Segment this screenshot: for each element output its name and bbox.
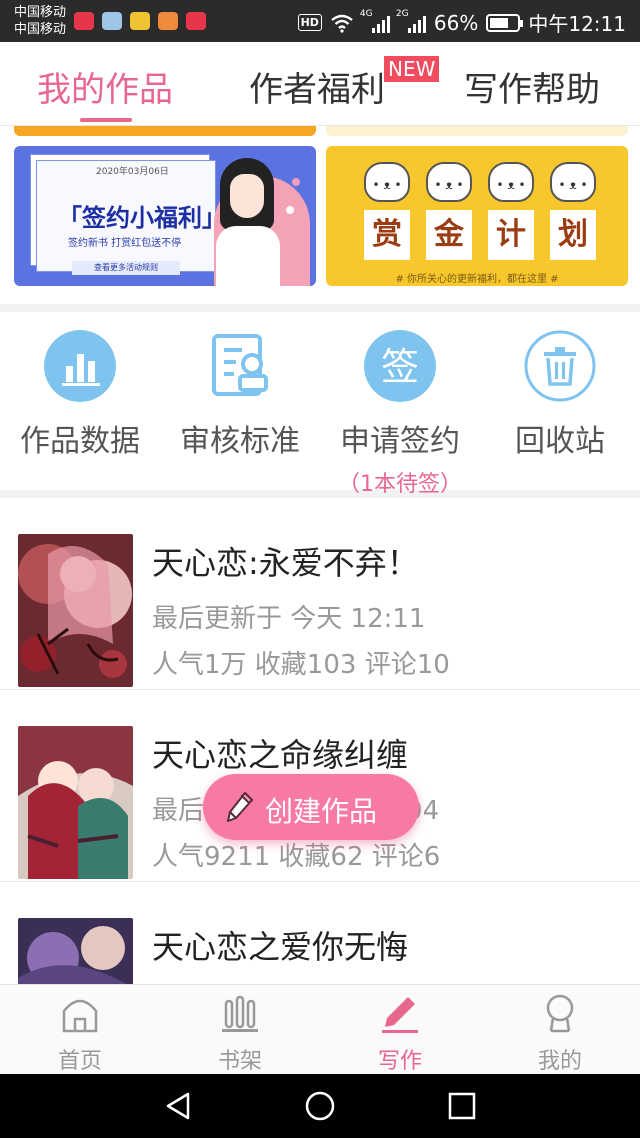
recents-icon[interactable] (446, 1090, 478, 1122)
bounty-caption: # 你所关心的更新福利，都在这里 # (395, 274, 559, 285)
review-standard-label: 审核标准 (180, 424, 300, 459)
banner-bounty-plan[interactable]: • ᴥ • • ᴥ • • ᴥ • • ᴥ • 赏 金 计 划 # 你所关心的更… (326, 146, 628, 286)
work-stats: 人气1万 收藏103 评论10 (152, 650, 450, 680)
pencil-icon (227, 791, 254, 822)
create-work-label: 创建作品 (265, 795, 378, 828)
nav-write[interactable]: 写作 (320, 993, 480, 1074)
cat-icon: • ᴥ • (364, 162, 410, 202)
tab-writing-help[interactable]: 写作帮助 (464, 62, 600, 111)
status-bar: 中国移动 中国移动 HD 4G 2G 66% 中午12:11 (0, 0, 640, 42)
works-data-button[interactable]: 作品数据 (0, 330, 160, 460)
battery-icon (486, 13, 524, 32)
girl-body (216, 226, 280, 286)
profile-icon (546, 994, 574, 1033)
back-icon[interactable] (162, 1090, 194, 1122)
nav-write-label: 写作 (377, 1049, 422, 1074)
banner-previous-right[interactable] (326, 126, 628, 136)
app-notification-icon (102, 12, 122, 30)
write-pen-icon (382, 997, 418, 1033)
book-cover[interactable] (18, 918, 133, 984)
book-cover[interactable] (18, 534, 133, 687)
home-circle-icon[interactable] (304, 1090, 336, 1122)
notification-icons (74, 12, 206, 30)
carrier-1: 中国移动 (14, 5, 67, 20)
cat-icon: • ᴥ • (550, 162, 596, 202)
list-item[interactable]: 天心恋:永爱不弃！ 最后更新于 今天 12:11 人气1万 收藏103 评论10 (0, 498, 640, 690)
nav-profile-label: 我的 (537, 1049, 582, 1074)
pending-sign-count: （1本待签） (338, 472, 462, 497)
app-notification-icon (158, 12, 178, 30)
network-type: 2G (395, 8, 409, 19)
apply-sign-label: 申请签约 (340, 424, 460, 459)
recycle-bin-label: 回收站 (515, 424, 605, 459)
nav-home[interactable]: 首页 (0, 993, 160, 1074)
bottom-nav: 首页 书架 写作 我的 (0, 984, 640, 1074)
battery-percent: 66% (433, 10, 479, 35)
decor-dot (286, 206, 294, 214)
work-updated: 最后更新于 今天 12:11 (152, 604, 426, 634)
clock: 中午12:11 (528, 12, 626, 36)
banner-title: 「签约小福利」 (58, 204, 226, 232)
work-title: 天心恋之命缘纠缠 (152, 736, 409, 774)
bounty-char: 划 (550, 210, 596, 260)
decor-dot (292, 178, 300, 186)
girl-face (230, 174, 264, 218)
active-tab-indicator (80, 118, 132, 122)
quick-actions: 作品数据 审核标准 签 申请签约 （1本待签） 回收站 (0, 312, 640, 497)
signal-icon: 2G (396, 9, 426, 33)
app-notification-icon (130, 12, 150, 30)
nav-profile[interactable]: 我的 (480, 993, 640, 1074)
review-doc-icon (204, 330, 276, 402)
banner-date: 2020年03月06日 (96, 167, 169, 177)
carrier-labels: 中国移动 中国移动 (14, 4, 66, 38)
trash-icon (524, 330, 596, 402)
bar-chart-icon (44, 330, 116, 402)
hd-icon: HD (297, 14, 322, 31)
app-notification-icon (186, 12, 206, 30)
home-icon (62, 999, 98, 1033)
create-work-button[interactable]: 创建作品 (203, 774, 419, 840)
banner-sign-welfare[interactable]: 2020年03月06日 「签约小福利」 签约新书 打赏红包送不停 查看更多活动规… (14, 146, 316, 286)
new-badge: NEW (384, 56, 440, 82)
tab-author-benefits[interactable]: 作者福利 (249, 62, 385, 111)
carrier-2: 中国移动 (14, 22, 67, 37)
works-data-label: 作品数据 (20, 424, 140, 459)
top-tab-bar: 我的作品 作者福利 NEW 写作帮助 (0, 42, 640, 126)
nav-home-label: 首页 (57, 1049, 102, 1074)
bounty-char: 计 (488, 210, 534, 260)
status-indicators: HD 4G 2G 66% 中午12:11 (297, 8, 626, 37)
sign-icon: 签 (364, 330, 436, 402)
nav-bookshelf[interactable]: 书架 (160, 993, 320, 1074)
tab-my-works[interactable]: 我的作品 (37, 62, 173, 111)
app-notification-icon (74, 12, 94, 30)
apply-sign-button[interactable]: 签 申请签约 （1本待签） (320, 330, 480, 498)
list-item[interactable]: 天心恋之爱你无悔 (0, 882, 640, 984)
bounty-char: 金 (426, 210, 472, 260)
wifi-icon (331, 14, 353, 33)
system-nav-bar (0, 1074, 640, 1138)
signal-icon: 4G (360, 9, 390, 33)
work-title: 天心恋:永爱不弃！ (152, 544, 419, 582)
network-type: 4G (359, 8, 373, 19)
banner-previous-left[interactable] (14, 126, 316, 136)
works-list: 天心恋:永爱不弃！ 最后更新于 今天 12:11 人气1万 收藏103 评论10… (0, 498, 640, 984)
cat-icon: • ᴥ • (426, 162, 472, 202)
bookshelf-icon (222, 995, 258, 1032)
bounty-char: 赏 (364, 210, 410, 260)
book-cover[interactable] (18, 726, 133, 879)
work-stats: 人气9211 收藏62 评论6 (152, 842, 441, 872)
banner-rules-link[interactable]: 查看更多活动规则 (72, 261, 180, 275)
nav-bookshelf-label: 书架 (217, 1049, 262, 1074)
banner-carousel: 2020年03月06日 「签约小福利」 签约新书 打赏红包送不停 查看更多活动规… (0, 126, 640, 304)
sign-glyph: 签 (381, 345, 419, 389)
work-title: 天心恋之爱你无悔 (152, 928, 409, 966)
banner-subtitle: 签约新书 打赏红包送不停 (68, 238, 182, 249)
recycle-bin-button[interactable]: 回收站 (480, 330, 640, 460)
cat-icon: • ᴥ • (488, 162, 534, 202)
review-standard-button[interactable]: 审核标准 (160, 330, 320, 460)
